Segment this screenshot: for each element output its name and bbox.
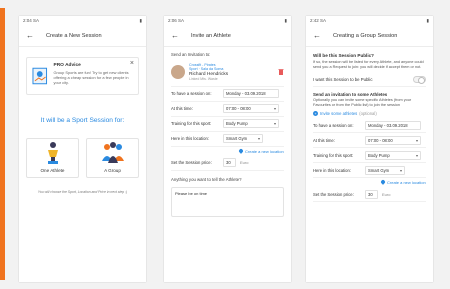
group-session-screen: 2:42 SA ▮ ← Creating a Group Session Wil… — [306, 16, 433, 282]
status-time: 2:06 SA — [168, 18, 185, 23]
create-location-link[interactable]: Create a new location — [313, 178, 426, 187]
price-row: Set the Session price: 30 Euro — [313, 187, 426, 203]
status-bar: 2:06 SA ▮ — [164, 16, 291, 25]
chevron-down-icon: ▾ — [273, 106, 276, 112]
chevron-down-icon: ▾ — [273, 121, 276, 127]
sport-select[interactable]: Body Pump ▾ — [223, 119, 279, 129]
location-select[interactable]: Smart Gym ▾ — [223, 134, 263, 144]
one-athlete-option[interactable]: One Athlete — [26, 138, 79, 178]
session-date-row: To have a session on: Monday - 03.09.201… — [313, 118, 426, 134]
sport-label: Training for this sport: — [171, 121, 212, 127]
public-description: If so, the session will be listed for ev… — [313, 60, 424, 70]
message-textarea[interactable]: Please be on time — [171, 186, 284, 217]
date-field[interactable]: Monday - 03.09.2018 — [365, 120, 421, 130]
invite-athlete-screen: 2:06 SA ▮ ← Invite an Athlete Send an In… — [164, 16, 291, 282]
trophy-athlete-icon — [47, 142, 58, 164]
public-toggle-row: I want this Session to be Public — [313, 75, 426, 88]
location-row: Here in this location: Smart Gym ▾ — [171, 132, 284, 147]
session-date-row: To have a session on: Monday - 03.09.201… — [171, 87, 284, 102]
message-question: Anything you want to tell the Athlete? — [171, 176, 242, 182]
date-label: To have a session on: — [313, 122, 354, 128]
invitee-location: Linked Mts. Waste — [189, 76, 218, 81]
public-toggle-label: I want this Session to be Public — [313, 76, 373, 82]
create-location-link[interactable]: Create a new location — [171, 147, 284, 156]
group-label: A Group — [104, 168, 121, 173]
page-title: Creating a Group Session — [333, 32, 398, 39]
close-icon[interactable]: × — [130, 60, 134, 67]
price-unit: Euro — [240, 160, 249, 166]
status-time: 2:42 SA — [310, 18, 327, 23]
nav-bar: ← Creating a Group Session — [306, 25, 433, 47]
location-pin-icon — [380, 179, 386, 185]
time-select[interactable]: 07:00 - 08:00 ▾ — [365, 135, 421, 145]
date-field[interactable]: Monday - 03.09.2018 — [223, 89, 279, 99]
status-bar: 2:42 SA ▮ — [306, 16, 433, 25]
avatar — [171, 64, 185, 79]
one-athlete-label: One Athlete — [40, 168, 65, 173]
page-title: Create a New Session — [46, 32, 102, 39]
page-title: Invite an Athlete — [191, 32, 231, 39]
location-row: Here in this location: Smart Gym ▾ — [313, 163, 426, 179]
back-arrow-icon[interactable]: ← — [313, 31, 327, 40]
advice-title: PRO Advice — [53, 63, 81, 68]
battery-icon: ▮ — [284, 18, 287, 23]
battery-icon: ▮ — [139, 18, 142, 23]
session-time-row: At this time: 07:00 - 08:00 ▾ — [313, 133, 426, 149]
location-label: Here in this location: — [171, 136, 209, 142]
location-label: Here in this location: — [313, 167, 351, 173]
trash-icon[interactable] — [278, 68, 284, 76]
pro-advice-card: PRO Advice Group Sports are fun! Try to … — [26, 57, 139, 95]
sport-label: Training for this sport: — [313, 152, 354, 158]
date-label: To have a session on: — [171, 91, 212, 97]
next-step-hint: You will choose the Sport, Location and … — [37, 190, 128, 194]
invitee-card: Crossfit - Pirates Sport · Sala da Soma … — [171, 59, 284, 87]
back-arrow-icon[interactable]: ← — [26, 31, 40, 40]
session-time-row: At this time: 07:00 - 08:00 ▾ — [171, 102, 284, 117]
time-select[interactable]: 07:00 - 08:00 ▾ — [223, 104, 279, 114]
price-input[interactable]: 30 — [365, 189, 378, 199]
invite-athletes-link[interactable]: + Invite some athletes (optional) — [313, 111, 426, 117]
sport-row: Training for this sport: Body Pump ▾ — [171, 117, 284, 132]
price-input[interactable]: 30 — [223, 158, 236, 168]
chevron-down-icon: ▾ — [257, 136, 260, 142]
invite-athletes-description: Optionally you can invite some specific … — [313, 98, 412, 108]
optional-label: (optional) — [359, 111, 377, 117]
time-label: At this time: — [171, 106, 193, 112]
group-people-icon — [101, 142, 124, 163]
location-pin-icon — [238, 148, 244, 154]
nav-bar: ← Create a New Session — [19, 25, 146, 47]
send-invitation-label: Send an Invitation to: — [171, 52, 211, 57]
price-unit: Euro — [382, 191, 391, 197]
chevron-down-icon: ▾ — [415, 152, 418, 158]
price-label: Set the Session price: — [171, 160, 212, 166]
group-option[interactable]: A Group — [86, 138, 139, 178]
price-label: Set the Session price: — [313, 191, 354, 197]
sport-select[interactable]: Body Pump ▾ — [365, 150, 421, 160]
status-bar: 2:04 SA ▮ — [19, 16, 146, 25]
chevron-down-icon: ▾ — [415, 137, 418, 143]
map-icon — [32, 67, 48, 85]
sport-session-heading: It will be a Sport Session for: — [40, 117, 125, 124]
battery-icon: ▮ — [426, 18, 429, 23]
public-question: Will be this Session Public? — [313, 53, 374, 58]
location-select[interactable]: Smart Gym ▾ — [365, 165, 405, 175]
back-arrow-icon[interactable]: ← — [171, 31, 185, 40]
public-toggle[interactable] — [413, 75, 426, 84]
sport-row: Training for this sport: Body Pump ▾ — [313, 148, 426, 164]
create-session-screen: 2:04 SA ▮ ← Create a New Session PRO Adv… — [19, 16, 146, 282]
nav-bar: ← Invite an Athlete — [164, 25, 291, 47]
price-row: Set the Session price: 30 Euro — [171, 156, 284, 171]
time-label: At this time: — [313, 137, 335, 143]
brand-accent-bar — [0, 8, 5, 280]
chevron-down-icon: ▾ — [399, 167, 402, 173]
advice-text: Group Sports are fun! Try to get new cli… — [53, 70, 129, 86]
status-time: 2:04 SA — [23, 18, 40, 23]
plus-icon: + — [313, 111, 318, 117]
invitee-event: Crossfit - Pirates Sport · Sala da Soma — [189, 63, 224, 72]
invite-athletes-title: Send an invitation to some Athletes — [313, 92, 388, 98]
